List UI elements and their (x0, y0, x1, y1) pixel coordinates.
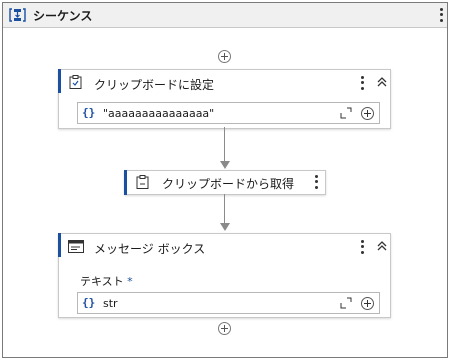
expand-editor-icon[interactable] (340, 297, 352, 309)
sequence-more-icon[interactable] (437, 7, 445, 23)
activity-message-box[interactable]: メッセージ ボックス テキスト * {} str (58, 233, 391, 318)
add-variable-icon[interactable] (361, 297, 374, 310)
collapse-chevron-icon[interactable] (376, 76, 388, 88)
message-text-field[interactable]: {} str (77, 292, 380, 314)
add-variable-icon[interactable] (361, 107, 374, 120)
activity-set-clipboard[interactable]: クリップボードに設定 {} "aaaaaaaaaaaaaaa" (58, 69, 391, 129)
connector-line (224, 194, 225, 223)
connector-line (224, 127, 225, 161)
add-activity-top-icon[interactable] (218, 50, 231, 63)
expression-braces-icon: {} (82, 106, 96, 119)
set-clipboard-more-icon[interactable] (358, 75, 366, 91)
expand-editor-icon[interactable] (340, 107, 352, 119)
connector-arrow-icon (220, 223, 230, 231)
message-text-value: str (103, 297, 118, 310)
set-clipboard-title: クリップボードに設定 (94, 78, 215, 92)
get-clipboard-title: クリップボードから取得 (162, 177, 295, 191)
sequence-title: シーケンス (33, 9, 93, 23)
message-box-icon (68, 240, 84, 253)
set-clipboard-icon (69, 75, 82, 89)
activity-accent-bar (58, 233, 61, 257)
connector-arrow-icon (220, 161, 230, 169)
required-mark: * (127, 275, 133, 288)
text-field-label-text: テキスト (80, 275, 124, 288)
expression-braces-icon: {} (82, 296, 96, 309)
get-clipboard-more-icon[interactable] (312, 174, 320, 190)
sequence-container: シーケンス クリップボードに設定 {} "aaaaaaaaaaaaaaa" クリ… (2, 2, 448, 358)
activity-accent-bar (58, 69, 61, 93)
sequence-header[interactable]: シーケンス (3, 3, 447, 28)
message-box-title: メッセージ ボックス (94, 242, 206, 256)
get-clipboard-icon (136, 175, 149, 189)
text-field-label: テキスト * (80, 273, 133, 289)
clipboard-text-field[interactable]: {} "aaaaaaaaaaaaaaa" (77, 102, 380, 124)
clipboard-text-value: "aaaaaaaaaaaaaaa" (103, 107, 215, 120)
add-activity-bottom-icon[interactable] (218, 322, 231, 335)
collapse-chevron-icon[interactable] (376, 240, 388, 252)
activity-get-clipboard[interactable]: クリップボードから取得 (124, 170, 326, 195)
message-box-more-icon[interactable] (358, 239, 366, 255)
sequence-icon (9, 7, 26, 23)
activity-accent-bar (124, 170, 127, 195)
